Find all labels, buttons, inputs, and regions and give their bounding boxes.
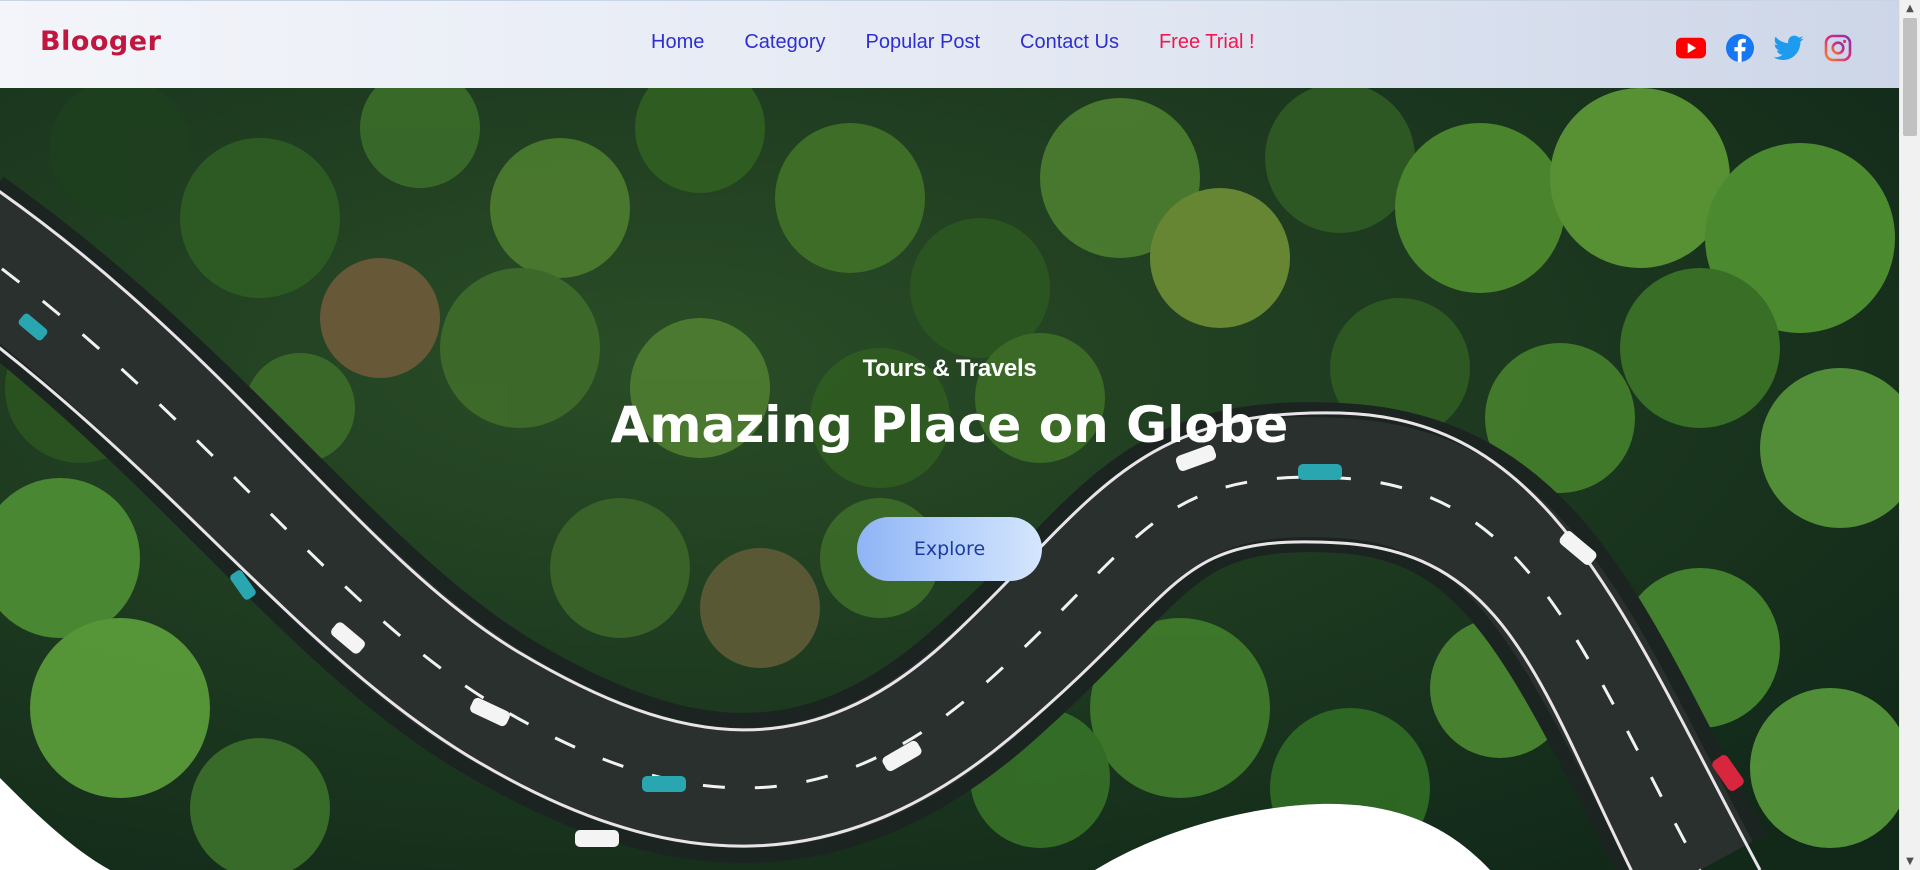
vertical-scrollbar[interactable]: ▲ ▼ — [1899, 0, 1920, 870]
nav-link-contact-us[interactable]: Contact Us — [1020, 31, 1119, 54]
hero-section: Tours & Travels Amazing Place on Globe E… — [0, 88, 1899, 870]
scrollbar-thumb[interactable] — [1903, 18, 1917, 136]
scroll-down-arrow-icon[interactable]: ▼ — [1900, 853, 1920, 870]
hero-subtitle: Tours & Travels — [862, 355, 1037, 382]
instagram-icon[interactable] — [1823, 33, 1853, 63]
brand-logo[interactable]: Blooger — [40, 26, 161, 57]
navbar: Blooger Home Category Popular Post Conta… — [0, 0, 1899, 88]
nav-link-category[interactable]: Category — [744, 31, 825, 54]
explore-button[interactable]: Explore — [857, 517, 1042, 581]
nav-link-free-trial[interactable]: Free Trial ! — [1159, 31, 1255, 54]
nav-link-home[interactable]: Home — [651, 31, 704, 54]
social-links — [1676, 33, 1853, 63]
twitter-icon[interactable] — [1774, 33, 1804, 63]
scroll-up-arrow-icon[interactable]: ▲ — [1900, 0, 1920, 17]
page: Blooger Home Category Popular Post Conta… — [0, 0, 1899, 870]
hero-title: Amazing Place on Globe — [610, 396, 1289, 454]
nav-link-popular-post[interactable]: Popular Post — [866, 31, 981, 54]
youtube-icon[interactable] — [1676, 33, 1706, 63]
facebook-icon[interactable] — [1725, 33, 1755, 63]
nav-menu: Home Category Popular Post Contact Us Fr… — [651, 31, 1255, 54]
hero-background-image — [0, 88, 1899, 870]
